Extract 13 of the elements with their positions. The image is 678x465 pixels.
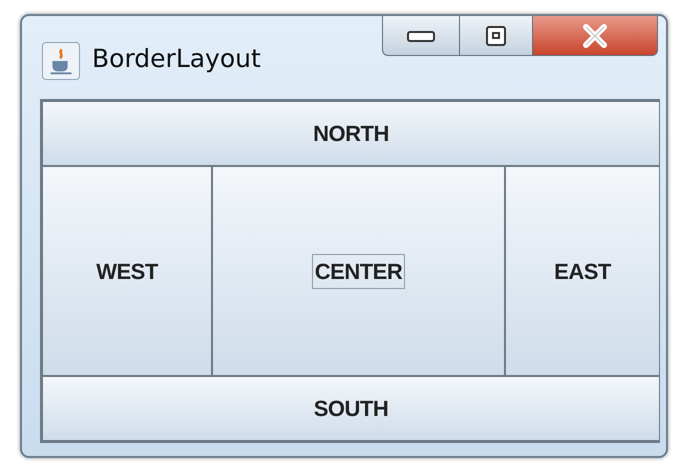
close-button[interactable] [533, 16, 658, 56]
java-cup-icon[interactable] [42, 42, 80, 80]
window-title: BorderLayout [92, 43, 261, 75]
minimize-button[interactable] [382, 16, 460, 56]
minimize-icon [406, 28, 436, 42]
layout-button[interactable]: EAST [505, 166, 660, 376]
layout-button[interactable]: WEST [42, 166, 212, 376]
layout-button[interactable]: CENTER [212, 166, 505, 376]
maximize-button[interactable] [460, 16, 533, 56]
layout-button[interactable]: SOUTH [42, 376, 660, 441]
maximize-icon [485, 24, 507, 46]
close-icon [582, 24, 608, 48]
layout-button[interactable]: NORTH [42, 101, 660, 166]
